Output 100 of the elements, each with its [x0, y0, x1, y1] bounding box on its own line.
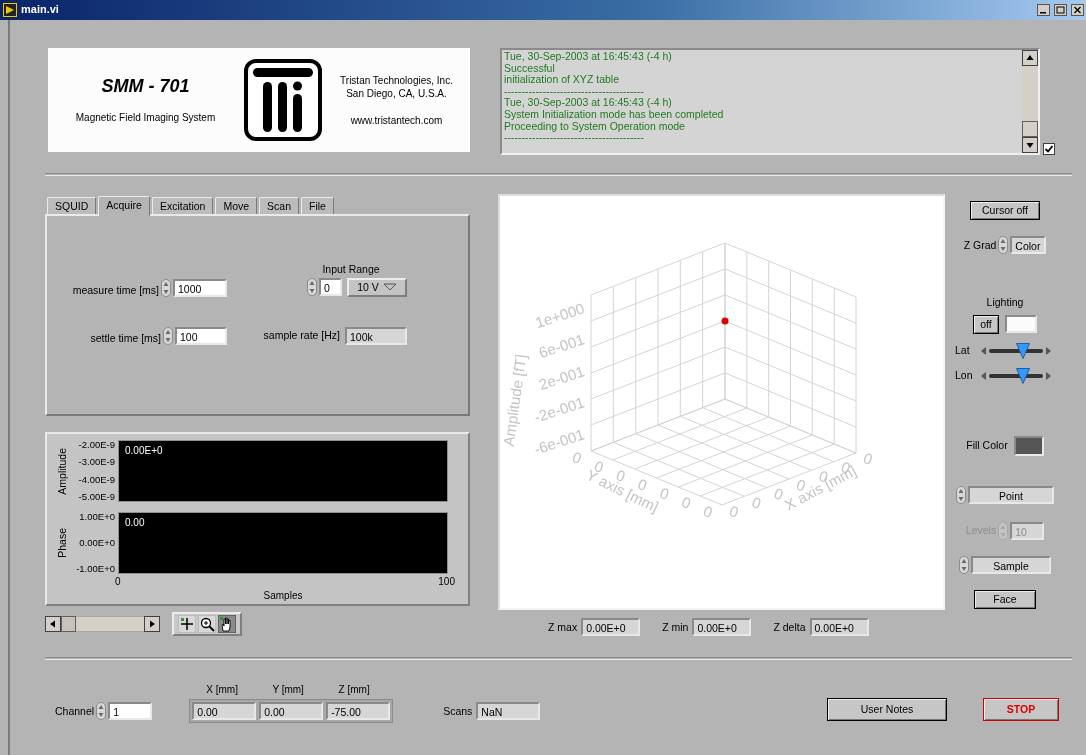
log-line: ---------------------------------------- [504, 132, 644, 144]
log-line: Tue, 30-Sep-2003 at 16:45:43 (-4 h) [504, 97, 672, 109]
tick-label: 100 [438, 576, 455, 588]
log-line: System Initialization mode has been completed [504, 108, 724, 121]
right-arrow-icon[interactable] [1046, 371, 1051, 380]
left-arrow-icon[interactable] [981, 346, 986, 355]
spinner-control[interactable] [96, 702, 107, 720]
readout-field: 0.00E+0 [692, 618, 752, 636]
tick-label: 0 [635, 475, 650, 494]
field-label: Channel [55, 704, 95, 718]
caret-icon [382, 283, 397, 292]
tick-label: 1.00E+0 [79, 512, 115, 522]
data-point [721, 317, 729, 325]
tick-label: 2e-001 [536, 362, 587, 394]
tick-label: 0 [727, 502, 741, 521]
log-line: Successful [504, 62, 555, 75]
field-label: Z Grad [963, 238, 997, 252]
slider[interactable] [981, 367, 1051, 384]
spinner-control[interactable] [307, 278, 317, 297]
spinner-control[interactable] [959, 555, 969, 574]
tick-label: 0 [679, 493, 694, 512]
readout-field: -75.00 [326, 702, 391, 720]
website-text: www.tristantech.com [350, 113, 443, 127]
slider-thumb[interactable] [1016, 367, 1030, 384]
tick-label: 0 [570, 448, 584, 467]
spinner-control[interactable] [163, 326, 173, 345]
input-field[interactable]: 1000 [173, 278, 227, 297]
readout-field: 0.00E+0 [581, 618, 641, 636]
tick-label: 0.00E+0 [79, 538, 115, 548]
lighting-button[interactable]: off [973, 314, 999, 334]
field-label: Fill Color [966, 439, 1008, 452]
log-line: initialization of XYZ table [504, 74, 619, 86]
notes-button[interactable]: User Notes [827, 698, 947, 721]
slider[interactable] [981, 342, 1051, 359]
field-label: Scans [443, 704, 473, 718]
axis-label: Amplitude [fT] [500, 353, 530, 448]
maximize-button[interactable] [1054, 4, 1067, 16]
readout-field: 100k [345, 326, 407, 345]
log-line: ---------------------------------------- [504, 85, 644, 98]
spinner-control[interactable] [998, 236, 1009, 254]
tab[interactable]: Acquire [98, 196, 150, 216]
field-label: Z delta [773, 620, 806, 634]
field-label: Lon [955, 369, 974, 382]
section-label: Lighting [986, 296, 1024, 309]
plot-readout: 0.00E+0 [125, 445, 163, 457]
field-label: Z max [548, 620, 578, 634]
readout-field: NaN [476, 702, 541, 720]
selector-field: Color [1010, 236, 1047, 254]
input-field[interactable]: 0 [319, 278, 342, 297]
hand-icon[interactable] [218, 615, 236, 633]
tick-label: 0 [861, 449, 875, 468]
tick-label: -2e-001 [532, 393, 587, 426]
tick-label: 0 [657, 484, 672, 503]
spinner-control[interactable] [956, 485, 966, 504]
axis-label: Phase [55, 528, 69, 558]
selector-field: Point [968, 485, 1054, 504]
right-arrow-icon[interactable] [1046, 346, 1051, 355]
readout-field: 0.00 [192, 702, 257, 720]
horizontal-scrollbar[interactable] [45, 616, 160, 632]
magnifier-icon[interactable] [198, 615, 216, 633]
axis-label: Amplitude [55, 447, 69, 495]
tab[interactable]: Move [215, 197, 258, 214]
app-icon [3, 3, 17, 17]
cursor-button[interactable]: Cursor off [970, 201, 1040, 220]
tab[interactable]: Scan [259, 197, 300, 214]
field-label: Lat [955, 344, 971, 357]
tab[interactable]: Excitation [151, 197, 214, 214]
color-swatch[interactable] [1013, 435, 1044, 456]
company-text: Tristan Technologies, Inc. [340, 73, 453, 87]
field-label: sample rate [Hz] [263, 329, 340, 342]
input-field[interactable]: 1 [108, 702, 153, 720]
tick-label: 0 [772, 484, 786, 504]
color-swatch[interactable] [1004, 315, 1037, 334]
checkbox[interactable] [1043, 143, 1055, 155]
face-button[interactable]: Face [974, 589, 1036, 609]
vertical-scrollbar[interactable] [1022, 50, 1038, 153]
log-line: Proceeding to System Operation mode [504, 120, 685, 133]
tick-label: -4.00E-9 [78, 474, 115, 485]
product-subtitle: Magnetic Field Imaging System [75, 111, 216, 124]
crosshair-icon[interactable] [178, 615, 196, 633]
plot-readout: 0.00 [125, 517, 145, 529]
field-label: Z [mm] [337, 684, 371, 696]
input-field[interactable]: 100 [175, 326, 227, 345]
field-label: measure time [ms] [72, 284, 159, 297]
tab[interactable]: SQUID [47, 197, 97, 214]
close-button[interactable] [1071, 4, 1084, 16]
spinner-control[interactable] [161, 278, 171, 297]
slider-thumb[interactable] [1015, 342, 1030, 359]
minimize-button[interactable] [1037, 4, 1050, 16]
left-arrow-icon[interactable] [981, 371, 986, 380]
log-line: Tue, 30-Sep-2003 at 16:45:43 (-4 h) [504, 51, 672, 63]
range-dropdown[interactable]: 10 V [347, 277, 407, 297]
tick-label: -1.00E+0 [76, 564, 115, 574]
selector-field: Sample [971, 555, 1051, 574]
tab[interactable]: File [301, 197, 334, 214]
tick-label: -3.00E-9 [78, 457, 115, 468]
tick-label: 0 [701, 502, 715, 521]
window-title: main.vi [21, 3, 59, 17]
field-label: Input Range [322, 263, 380, 276]
readout-field: 0.00E+0 [809, 618, 869, 636]
